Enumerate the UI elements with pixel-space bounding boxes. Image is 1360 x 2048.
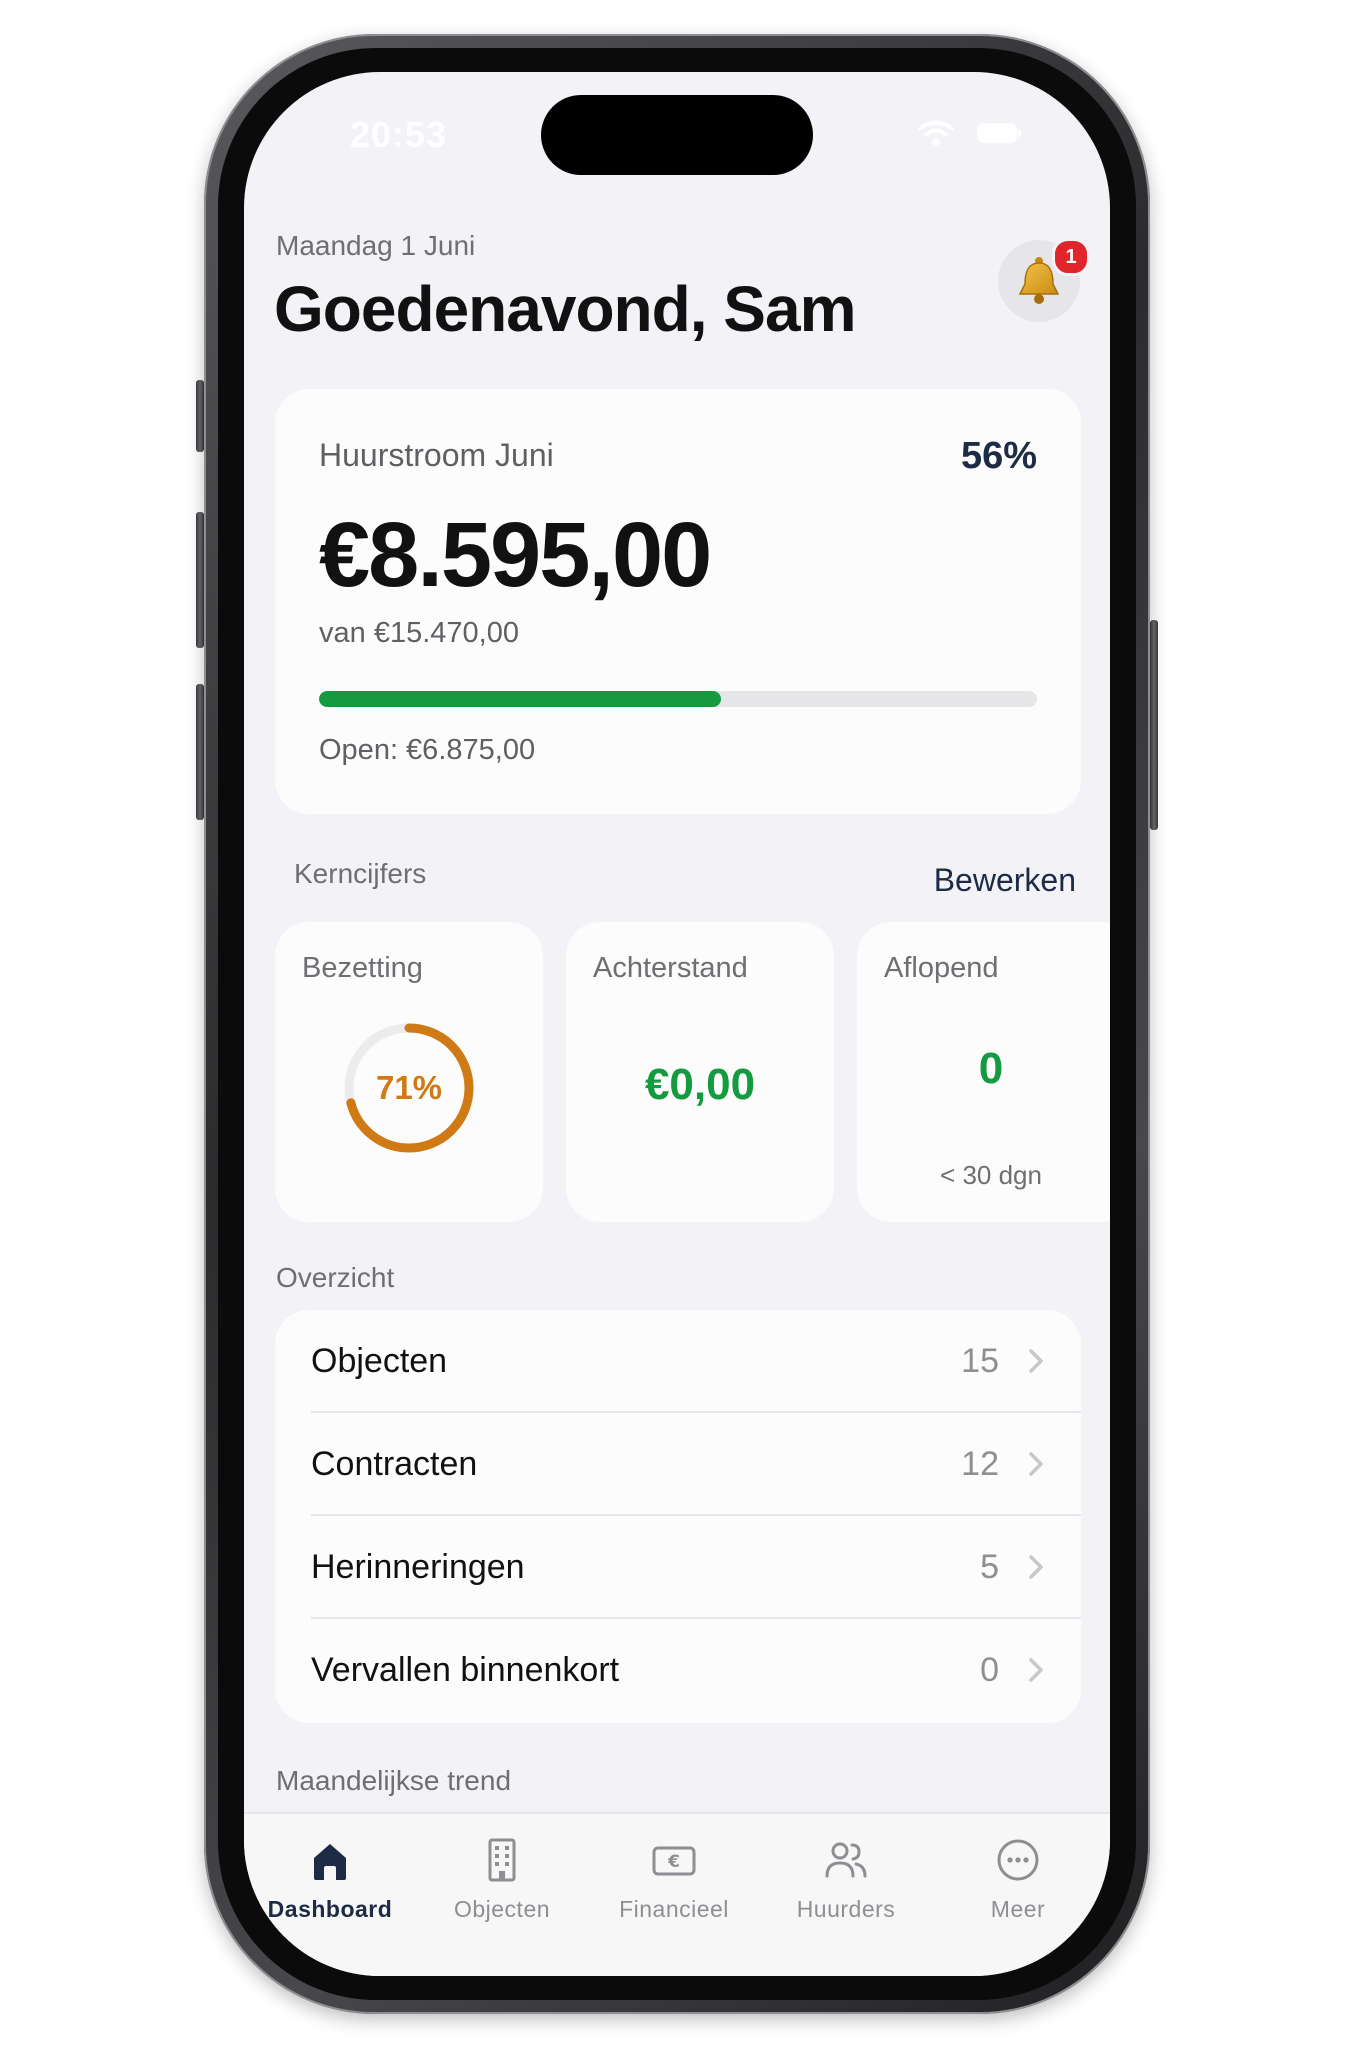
- power-button: [1150, 620, 1158, 830]
- chevron-right-icon: [1029, 1658, 1043, 1682]
- rent-percentage: 56%: [960, 435, 1037, 477]
- row-label: Objecten: [311, 1342, 448, 1380]
- status-icons: [918, 120, 1022, 146]
- kpi-occupancy-title: Bezetting: [302, 952, 423, 984]
- tab-bar: Dashboard Objecten € Financieel Huurders…: [244, 1812, 1110, 1976]
- chevron-right-icon: [1029, 1555, 1043, 1579]
- rent-total: van €15.470,00: [319, 617, 519, 649]
- tab-meer[interactable]: Meer: [932, 1836, 1104, 1926]
- battery-icon: [977, 123, 1021, 143]
- kpi-card-arrears[interactable]: Achterstand €0,00: [566, 922, 834, 1222]
- notification-badge: 1: [1052, 238, 1090, 276]
- expiring-value: 0: [978, 1044, 1004, 1093]
- rent-progress-bar: [319, 691, 1037, 707]
- rent-card-title: Huurstroom Juni: [319, 437, 554, 473]
- expiring-subtitle: < 30 dgn: [940, 1160, 1042, 1190]
- volume-down-button: [196, 684, 204, 820]
- kpi-arrears-title: Achterstand: [593, 952, 748, 984]
- rent-collected-amount: €8.595,00: [319, 504, 712, 606]
- occupancy-value: 71%: [375, 1069, 443, 1106]
- device-mockup: 20:53 Maandag 1 Juni Goedenavond, Sam 1 …: [0, 0, 1360, 2048]
- tab-label: Financieel: [619, 1896, 729, 1922]
- overview-row-contracten[interactable]: Contracten 12: [275, 1413, 1081, 1516]
- overview-section-label: Overzicht: [276, 1262, 395, 1293]
- volume-up-button: [196, 512, 204, 648]
- tab-dashboard[interactable]: Dashboard: [244, 1836, 416, 1926]
- tab-label: Dashboard: [267, 1896, 393, 1922]
- tab-label: Meer: [990, 1896, 1046, 1922]
- row-label: Vervallen binnenkort: [311, 1651, 620, 1689]
- action-button: [196, 380, 204, 452]
- trend-section-label: Maandelijkse trend: [276, 1765, 512, 1796]
- more-icon: [997, 1839, 1039, 1881]
- overview-row-objecten[interactable]: Objecten 15: [275, 1310, 1081, 1413]
- overview-row-herinneringen[interactable]: Herinneringen 5: [275, 1516, 1081, 1619]
- kpi-expiring-title: Aflopend: [884, 952, 999, 984]
- tab-label: Huurders: [796, 1896, 896, 1922]
- row-count: 5: [980, 1548, 999, 1586]
- tab-objecten[interactable]: Objecten: [416, 1836, 588, 1926]
- svg-text:€: €: [667, 1852, 680, 1872]
- people-icon: [825, 1842, 867, 1878]
- kpi-card-occupancy[interactable]: Bezetting 71%: [275, 922, 543, 1222]
- row-label: Herinneringen: [311, 1548, 525, 1586]
- rent-progress-fill: [319, 691, 722, 707]
- chevron-right-icon: [1029, 1349, 1043, 1373]
- app-screen: 20:53 Maandag 1 Juni Goedenavond, Sam 1 …: [244, 72, 1110, 1976]
- chevron-right-icon: [1029, 1452, 1043, 1476]
- rent-stream-card[interactable]: Huurstroom Juni 56% €8.595,00 van €15.47…: [275, 389, 1081, 814]
- edit-kpis-button[interactable]: Bewerken: [934, 862, 1076, 899]
- tab-label: Objecten: [453, 1896, 551, 1922]
- date-label: Maandag 1 Juni: [276, 230, 476, 261]
- dynamic-island: [541, 95, 813, 175]
- home-icon: [314, 1844, 346, 1880]
- arrears-value: €0,00: [644, 1060, 756, 1109]
- overview-list: Objecten 15 Contracten 12 Herinneringen …: [275, 1310, 1081, 1723]
- tab-huurders[interactable]: Huurders: [760, 1836, 932, 1926]
- row-count: 12: [961, 1445, 999, 1483]
- wifi-icon: [918, 120, 954, 146]
- status-time: 20:53: [350, 114, 448, 155]
- building-icon: [488, 1838, 516, 1882]
- overview-row-vervallen[interactable]: Vervallen binnenkort 0: [275, 1619, 1081, 1722]
- tab-financieel[interactable]: € Financieel: [588, 1836, 760, 1926]
- kpi-card-expiring[interactable]: Aflopend 0 < 30 dgn: [857, 922, 1110, 1222]
- kpi-section-label: Kerncijfers: [294, 858, 427, 889]
- row-label: Contracten: [311, 1445, 478, 1483]
- row-count: 0: [980, 1651, 999, 1689]
- row-count: 15: [961, 1342, 999, 1380]
- page-title: Goedenavond, Sam: [274, 273, 856, 345]
- euro-banknote-icon: €: [652, 1846, 696, 1876]
- rent-open-amount: Open: €6.875,00: [319, 734, 536, 766]
